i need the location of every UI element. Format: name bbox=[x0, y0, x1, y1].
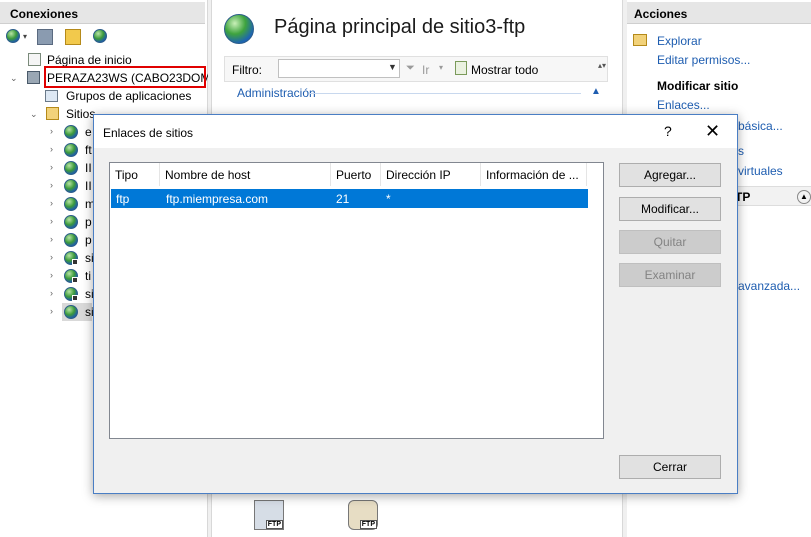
tree-item-label: e bbox=[85, 125, 92, 139]
tree-item-label: ti bbox=[85, 269, 91, 283]
filter-label: Filtro: bbox=[232, 63, 262, 77]
explore-folder-icon bbox=[633, 34, 647, 46]
cell-tipo: ftp bbox=[116, 192, 130, 206]
column-header-info[interactable]: Información de ... bbox=[481, 163, 587, 186]
section-header[interactable]: Administración bbox=[237, 86, 316, 100]
explore-link[interactable]: Explorar bbox=[657, 34, 702, 48]
site-globe-icon bbox=[64, 143, 78, 157]
site-globe-icon bbox=[64, 197, 78, 211]
expand-arrow-icon[interactable]: › bbox=[50, 234, 53, 244]
connect-dropdown-icon[interactable]: ▾ bbox=[23, 32, 27, 41]
site-globe-icon bbox=[224, 14, 254, 44]
show-all-button[interactable]: Mostrar todo bbox=[471, 63, 538, 77]
expand-arrow-icon[interactable]: › bbox=[50, 252, 53, 262]
expand-arrow-icon[interactable]: › bbox=[50, 270, 53, 280]
connections-header: Conexiones bbox=[0, 2, 205, 24]
section-divider bbox=[309, 93, 581, 94]
save-icon[interactable] bbox=[37, 29, 53, 45]
virtual-dirs-link[interactable]: virtuales bbox=[738, 164, 783, 178]
cell-host: ftp.miempresa.com bbox=[166, 192, 269, 206]
close-icon[interactable]: ✕ bbox=[705, 121, 720, 142]
stopped-site-icon bbox=[72, 259, 78, 265]
collapse-icon[interactable]: ▲ bbox=[591, 86, 601, 97]
expand-arrow-icon[interactable]: › bbox=[50, 180, 53, 190]
site-bindings-dialog: Enlaces de sitios ? ✕ Tipo Nombre de hos… bbox=[93, 114, 738, 494]
column-header-host[interactable]: Nombre de host bbox=[160, 163, 331, 186]
stopped-site-icon bbox=[72, 295, 78, 301]
show-all-icon bbox=[455, 61, 467, 75]
close-button[interactable]: Cerrar bbox=[619, 455, 721, 479]
disconnect-icon[interactable] bbox=[93, 29, 107, 43]
cell-port: 21 bbox=[336, 192, 350, 206]
tree-item-label: p bbox=[85, 215, 92, 229]
ftp-user-feature-icon[interactable]: FTP bbox=[348, 500, 378, 530]
column-header-tipo[interactable]: Tipo bbox=[110, 163, 160, 186]
advanced-settings-link[interactable]: avanzada... bbox=[738, 279, 800, 293]
expand-arrow-icon[interactable]: › bbox=[50, 198, 53, 208]
remove-button[interactable]: Quitar bbox=[619, 230, 721, 254]
sites-folder-icon bbox=[46, 107, 59, 120]
ftp-tag: FTP bbox=[359, 520, 377, 529]
tree-item-app-pools[interactable]: Grupos de aplicaciones bbox=[0, 87, 205, 105]
ftp-feature-icon[interactable]: FTP bbox=[254, 500, 284, 530]
red-highlight-box bbox=[44, 66, 206, 88]
basic-settings-link[interactable]: básica... bbox=[738, 119, 783, 133]
home-page-icon bbox=[28, 53, 41, 66]
page-title: Página principal de sitio3-ftp bbox=[274, 16, 526, 38]
connections-toolbar: ▾ bbox=[0, 25, 205, 49]
table-row[interactable]: ftp ftp.miempresa.com 21 * bbox=[111, 189, 588, 208]
tree-item-label: II bbox=[85, 161, 92, 175]
go-button[interactable]: Ir bbox=[422, 63, 429, 77]
tree-item-label: ft bbox=[85, 143, 92, 157]
server-icon bbox=[27, 71, 40, 84]
expand-arrow-icon[interactable]: › bbox=[50, 162, 53, 172]
collapse-arrow-icon[interactable]: ⌄ bbox=[10, 73, 18, 84]
site-globe-icon bbox=[64, 125, 78, 139]
connect-icon[interactable] bbox=[6, 29, 20, 43]
dialog-titlebar: Enlaces de sitios ? ✕ bbox=[94, 115, 737, 148]
filter-dropdown-icon[interactable]: ▼ bbox=[388, 62, 397, 72]
collapse-arrow-icon[interactable]: ⌄ bbox=[30, 109, 38, 120]
tree-item-label: II bbox=[85, 179, 92, 193]
help-button[interactable]: ? bbox=[664, 123, 672, 139]
column-header-ip[interactable]: Dirección IP bbox=[381, 163, 481, 186]
tree-item-label: Página de inicio bbox=[47, 53, 132, 67]
expand-arrow-icon[interactable]: › bbox=[50, 216, 53, 226]
s-link[interactable]: s bbox=[738, 144, 744, 158]
modify-site-header: Modificar sitio bbox=[657, 79, 739, 93]
site-globe-icon bbox=[64, 215, 78, 229]
site-globe-icon bbox=[64, 179, 78, 193]
filter-input[interactable] bbox=[278, 59, 400, 78]
tree-item-label: Sitios bbox=[66, 107, 96, 121]
up-folder-icon[interactable] bbox=[65, 29, 81, 45]
expand-arrow-icon[interactable]: › bbox=[50, 306, 53, 316]
expand-arrow-icon[interactable]: › bbox=[50, 288, 53, 298]
cell-ip: * bbox=[386, 192, 391, 206]
stopped-site-icon bbox=[72, 277, 78, 283]
expand-arrow-icon[interactable]: › bbox=[50, 126, 53, 136]
tree-item-label: p bbox=[85, 233, 92, 247]
app-pool-icon bbox=[45, 90, 58, 102]
bindings-table: Tipo Nombre de host Puerto Dirección IP … bbox=[109, 162, 604, 439]
dialog-title: Enlaces de sitios bbox=[103, 126, 194, 140]
column-header-port[interactable]: Puerto bbox=[331, 163, 381, 186]
collapse-icon[interactable]: ▲ bbox=[797, 190, 811, 204]
actions-header: Acciones bbox=[627, 2, 811, 24]
site-globe-icon bbox=[64, 161, 78, 175]
edit-permissions-link[interactable]: Editar permisos... bbox=[657, 53, 750, 67]
bindings-link[interactable]: Enlaces... bbox=[657, 98, 710, 112]
filter-bar: Filtro: ▼ ⏷ Ir ▾ Mostrar todo ▴▾ bbox=[224, 56, 608, 82]
scroll-icon[interactable]: ▴▾ bbox=[598, 61, 606, 70]
ftp-tag: FTP bbox=[265, 520, 283, 529]
add-button[interactable]: Agregar... bbox=[619, 163, 721, 187]
modify-button[interactable]: Modificar... bbox=[619, 197, 721, 221]
site-globe-icon bbox=[64, 233, 78, 247]
expand-arrow-icon[interactable]: › bbox=[50, 144, 53, 154]
browse-button[interactable]: Examinar bbox=[619, 263, 721, 287]
tree-item-label: Grupos de aplicaciones bbox=[66, 89, 192, 103]
funnel-icon: ⏷ bbox=[406, 62, 415, 74]
site-globe-icon bbox=[64, 305, 78, 319]
go-dropdown-icon[interactable]: ▾ bbox=[439, 63, 443, 72]
